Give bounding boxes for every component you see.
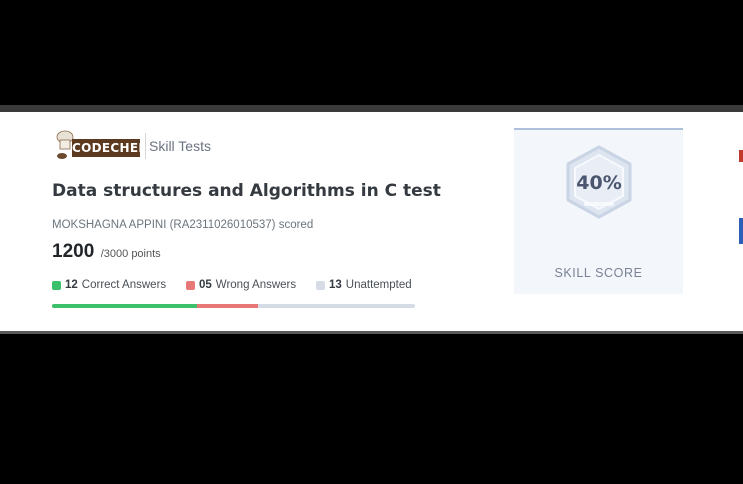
edge-marker-red xyxy=(739,150,743,162)
test-title: Data structures and Algorithms in C test xyxy=(52,181,441,201)
correct-label: Correct Answers xyxy=(81,279,167,291)
logo-text: CODECHEF xyxy=(72,139,147,157)
wrong-label: Wrong Answers xyxy=(215,279,297,291)
brand-separator xyxy=(145,133,146,159)
legend-correct: 12 Correct Answers xyxy=(52,279,166,291)
unattempted-dot xyxy=(316,280,325,290)
bottom-border xyxy=(0,331,743,334)
scored-line: MOKSHAGNA APPINI (RA2311026010537) score… xyxy=(52,219,314,231)
top-border xyxy=(0,105,743,112)
legend-unattempted: 13 Unattempted xyxy=(316,279,412,291)
correct-dot xyxy=(52,280,61,290)
score-total: /3000 points xyxy=(100,248,161,260)
points-display: 1200 /3000 points xyxy=(52,241,161,263)
progress-wrong-segment xyxy=(197,304,258,308)
skill-score-label: SKILL SCORE xyxy=(554,266,643,280)
unattempted-label: Unattempted xyxy=(345,279,412,291)
unattempted-count: 13 xyxy=(329,279,342,291)
correct-count: 12 xyxy=(65,279,78,291)
codechef-logo[interactable]: CODECHEF xyxy=(52,130,147,162)
product-name: Skill Tests xyxy=(149,138,211,154)
wrong-count: 05 xyxy=(199,279,212,291)
results-progress-bar xyxy=(52,304,415,308)
edge-marker-blue xyxy=(739,218,743,244)
result-card: CODECHEF Skill Tests Data structures and… xyxy=(0,112,743,331)
skill-percent: 40% xyxy=(576,172,622,194)
skill-score-panel: 40% SKILL SCORE xyxy=(514,128,683,294)
progress-correct-segment xyxy=(52,304,198,308)
wrong-dot xyxy=(186,280,195,290)
legend-wrong: 05 Wrong Answers xyxy=(186,279,296,291)
score-value: 1200 xyxy=(52,241,95,262)
